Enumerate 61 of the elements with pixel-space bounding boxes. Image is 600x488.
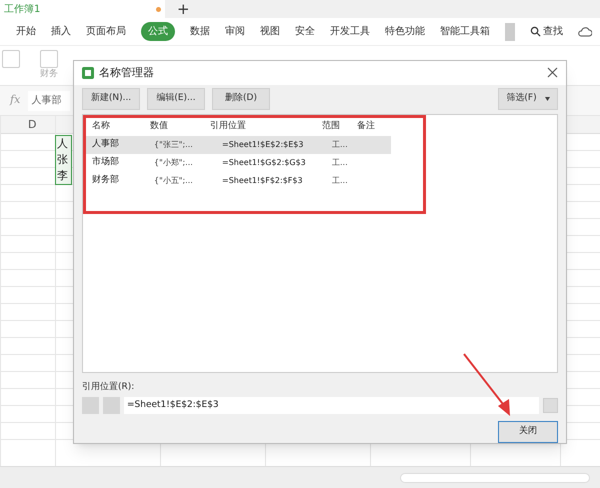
search-button[interactable]: 查找 (530, 24, 563, 39)
ribbon-tab[interactable]: 数据 (190, 24, 210, 39)
ribbon-tab[interactable]: 开发工具 (330, 24, 370, 39)
search-icon (530, 26, 541, 37)
ribbon-tab[interactable]: 开始 (16, 24, 36, 39)
new-tab-button[interactable]: + (177, 0, 190, 18)
ribbon-tab[interactable]: 公式 (141, 22, 175, 41)
ribbon-tab[interactable]: 特色功能 (385, 24, 425, 39)
name-row[interactable]: 财务部 {"小五";... =Sheet1!$F$2:$F$3 工... (86, 172, 391, 190)
reference-cell-text: =Sheet1!$G$2:$G$3 (221, 156, 307, 169)
column-header: 名称 (92, 120, 111, 134)
scope-cell-text: 工... (331, 156, 349, 169)
close-icon[interactable] (547, 67, 558, 78)
value-cell-text: {"张三";... (153, 138, 194, 151)
name-cell-text: 人事部 (92, 138, 120, 152)
scope-cell-text: 工... (331, 138, 349, 151)
column-header: 引用位置 (210, 120, 247, 134)
reference-field[interactable]: =Sheet1!$E$2:$E$3 (124, 397, 539, 414)
caret-icon (544, 97, 550, 102)
toolbar-label: 财务 (40, 68, 58, 81)
cloud-icon (578, 26, 592, 37)
ribbon-tab[interactable]: 页面布局 (86, 24, 126, 39)
cell-text: 人 (57, 136, 69, 152)
formula-field[interactable]: 人事部 (28, 90, 70, 110)
value-cell-text: {"小郑";... (153, 156, 194, 169)
reference-label: 引用位置(R): (82, 380, 136, 394)
ribbon-tab[interactable]: 智能工具箱 (440, 24, 490, 39)
document-tab[interactable]: 工作簿1 (0, 0, 165, 18)
scope-cell-text: 工... (331, 174, 349, 187)
dialog-title: 名称管理器 (99, 64, 154, 80)
column-header: 备注 (357, 120, 376, 134)
horizontal-scrollbar[interactable] (400, 472, 590, 482)
confirm-edit-button[interactable] (103, 397, 120, 414)
dialog-button[interactable]: 编辑(E)... (147, 88, 205, 110)
more-button[interactable] (505, 22, 515, 40)
close-button[interactable]: 关闭 (498, 421, 558, 443)
reference-cell-text: =Sheet1!$F$2:$F$3 (221, 174, 304, 187)
cell-text: 李 (57, 168, 69, 184)
ribbon-tab[interactable]: 审阅 (225, 24, 245, 39)
name-row[interactable]: 市场部 {"小郑";... =Sheet1!$G$2:$G$3 工... (86, 154, 391, 172)
reference-cell-text: =Sheet1!$E$2:$E$3 (221, 138, 304, 151)
dialog-button[interactable]: 新建(N)... (82, 88, 140, 110)
name-cell-text: 市场部 (92, 156, 120, 170)
fx-label: fx (10, 92, 20, 108)
app-icon (82, 66, 94, 79)
value-cell-text: {"小五";... (153, 174, 194, 187)
dialog-button[interactable]: 删除(D) (212, 88, 270, 110)
filter-button[interactable]: 筛选(F) (498, 88, 558, 110)
cell-text: 张 (57, 152, 69, 168)
toolbar-icon[interactable] (40, 50, 58, 68)
cancel-edit-button[interactable] (82, 397, 99, 414)
ribbon-tab[interactable]: 安全 (295, 24, 315, 39)
ribbon-tab[interactable]: 插入 (51, 24, 71, 39)
column-header: D (28, 117, 36, 133)
name-row[interactable]: 人事部 {"张三";... =Sheet1!$E$2:$E$3 工... (86, 136, 391, 154)
toolbar-icon[interactable] (2, 50, 20, 68)
name-cell-text: 财务部 (92, 174, 120, 188)
ribbon-tab[interactable]: 视图 (260, 24, 280, 39)
column-header: 数值 (150, 120, 169, 134)
collapse-button[interactable] (543, 398, 558, 413)
column-header: 范围 (322, 120, 341, 134)
